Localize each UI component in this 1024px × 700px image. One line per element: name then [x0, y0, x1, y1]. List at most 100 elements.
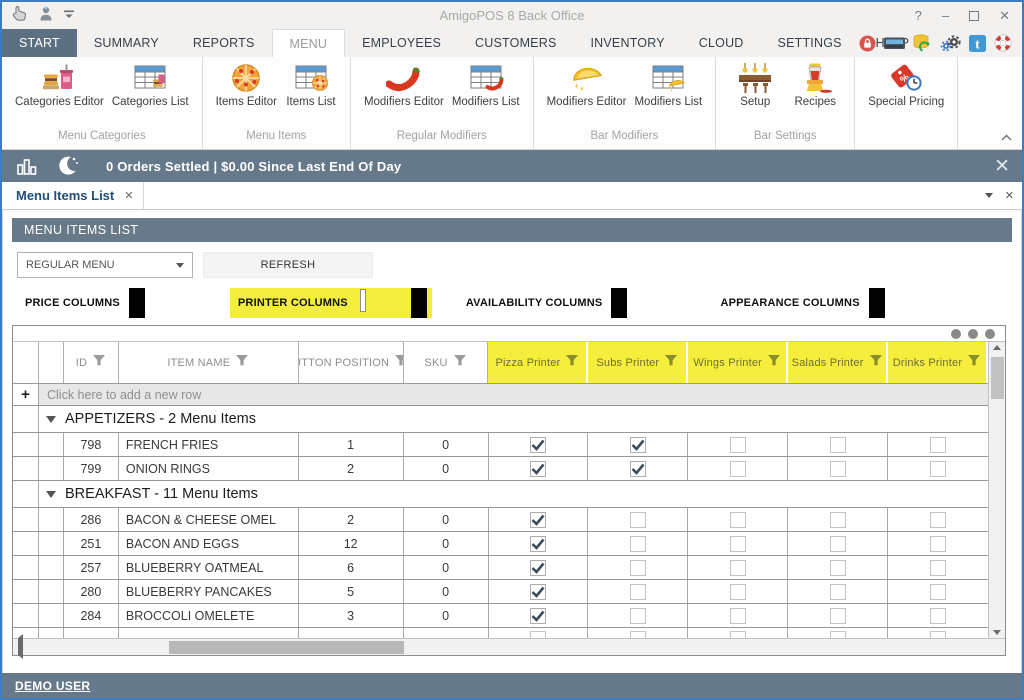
column-header-utton-position[interactable]: UTTON POSITION [299, 342, 404, 383]
printer-cell[interactable] [788, 580, 888, 603]
cell[interactable]: BACON & CHEESE OMEL [119, 508, 299, 531]
printer-cell[interactable] [888, 457, 988, 480]
cell[interactable]: 798 [64, 433, 119, 456]
cell[interactable]: 257 [64, 556, 119, 579]
unchecked-checkbox[interactable] [930, 608, 946, 624]
printer-cell[interactable] [688, 556, 788, 579]
modifiers-list-button[interactable]: Modifiers List [449, 62, 523, 109]
printer-cell[interactable] [588, 433, 688, 456]
table-row[interactable] [13, 628, 988, 638]
cell[interactable]: FRENCH FRIES [119, 433, 299, 456]
unchecked-checkbox[interactable] [730, 437, 746, 453]
twitter-icon[interactable]: t [969, 35, 986, 52]
printer-cell[interactable] [489, 532, 589, 555]
table-row[interactable]: 284BROCCOLI OMELETE30 [13, 604, 988, 628]
cell[interactable]: 2 [299, 457, 404, 480]
table-row[interactable]: 286BACON & CHEESE OMEL20 [13, 508, 988, 532]
cell[interactable]: 799 [64, 457, 119, 480]
categories-editor-button[interactable]: Categories Editor [12, 62, 107, 109]
menu-select-dropdown[interactable]: REGULAR MENU [17, 252, 193, 278]
tab-customers[interactable]: CUSTOMERS [458, 29, 573, 57]
unchecked-checkbox[interactable] [730, 608, 746, 624]
unchecked-checkbox[interactable] [630, 584, 646, 600]
table-row[interactable]: 251BACON AND EGGS120 [13, 532, 988, 556]
cell[interactable]: 3 [299, 604, 404, 627]
unchecked-checkbox[interactable] [630, 631, 646, 638]
printer-cell[interactable] [688, 508, 788, 531]
checked-checkbox[interactable] [530, 461, 546, 477]
column-header-sku[interactable]: SKU [404, 342, 489, 383]
printer-cell[interactable] [588, 580, 688, 603]
cell[interactable]: 0 [404, 580, 489, 603]
cell[interactable] [119, 628, 299, 638]
doc-tab-close-icon[interactable]: ✕ [124, 189, 133, 202]
cell[interactable]: 0 [404, 508, 489, 531]
column-header-item-name[interactable]: ITEM NAME [119, 342, 299, 383]
cell[interactable]: 0 [404, 532, 489, 555]
printer-cell[interactable] [788, 604, 888, 627]
tab-summary[interactable]: SUMMARY [77, 29, 176, 57]
unchecked-checkbox[interactable] [830, 437, 846, 453]
bar-chart-icon[interactable] [16, 156, 38, 176]
unchecked-checkbox[interactable] [530, 631, 546, 638]
printer-cell[interactable] [489, 457, 589, 480]
modifiers-editor-button[interactable]: Modifiers Editor [361, 62, 447, 109]
printer-cell[interactable] [588, 532, 688, 555]
unchecked-checkbox[interactable] [930, 560, 946, 576]
collapse-group-icon[interactable] [46, 416, 56, 423]
filter-funnel-icon[interactable] [454, 355, 467, 370]
unchecked-checkbox[interactable] [930, 536, 946, 552]
vertical-scroll-thumb[interactable] [991, 357, 1004, 399]
printer-cell[interactable] [888, 604, 988, 627]
tab-start[interactable]: START [2, 29, 77, 57]
printer-cell[interactable] [688, 457, 788, 480]
printer-cell[interactable] [588, 508, 688, 531]
filter-funnel-icon[interactable] [566, 355, 579, 370]
group-row[interactable]: BREAKFAST - 11 Menu Items [13, 481, 988, 508]
checked-checkbox[interactable] [630, 437, 646, 453]
checked-checkbox[interactable] [530, 560, 546, 576]
printer-cell[interactable] [788, 556, 888, 579]
unchecked-checkbox[interactable] [830, 584, 846, 600]
status-close-icon[interactable]: ✕ [994, 157, 1010, 176]
unchecked-checkbox[interactable] [630, 536, 646, 552]
categories-list-button[interactable]: Categories List [109, 62, 192, 109]
printer-cell[interactable] [888, 508, 988, 531]
printer-cell[interactable] [489, 508, 589, 531]
add-row-plus-cell[interactable]: + [13, 384, 39, 405]
filter-funnel-icon[interactable] [236, 355, 249, 370]
printer-cell[interactable] [489, 556, 589, 579]
grid-options-dots[interactable] [13, 326, 1005, 342]
tab-cloud[interactable]: CLOUD [682, 29, 761, 57]
support-icon[interactable] [994, 34, 1012, 52]
cell[interactable]: 286 [64, 508, 119, 531]
scroll-up-icon[interactable] [989, 345, 1005, 350]
printer-cell[interactable] [688, 580, 788, 603]
maximize-icon[interactable] [969, 11, 979, 21]
printer-cell[interactable] [888, 628, 988, 638]
unchecked-checkbox[interactable] [830, 631, 846, 638]
cell[interactable]: 0 [404, 556, 489, 579]
help-icon[interactable]: ? [915, 9, 922, 22]
checked-checkbox[interactable] [530, 608, 546, 624]
printer-cell[interactable] [688, 532, 788, 555]
scroll-down-icon[interactable] [989, 630, 1005, 635]
cell[interactable]: BROCCOLI OMELETE [119, 604, 299, 627]
appearance-columns-toggle[interactable] [872, 292, 936, 314]
group-header[interactable]: APPETIZERS - 2 Menu Items [39, 406, 988, 432]
scroll-left-icon[interactable] [13, 638, 23, 656]
checked-checkbox[interactable] [630, 461, 646, 477]
table-row[interactable]: 799ONION RINGS20 [13, 457, 988, 481]
lock-icon[interactable] [859, 35, 876, 52]
printer-cell[interactable] [489, 628, 589, 638]
printer-columns-toggle[interactable] [360, 292, 424, 314]
unchecked-checkbox[interactable] [730, 560, 746, 576]
unchecked-checkbox[interactable] [830, 560, 846, 576]
tab-settings[interactable]: SETTINGS [761, 29, 859, 57]
printer-cell[interactable] [888, 556, 988, 579]
table-row[interactable]: 798FRENCH FRIES10 [13, 433, 988, 457]
unchecked-checkbox[interactable] [930, 461, 946, 477]
checked-checkbox[interactable] [530, 584, 546, 600]
special-pricing-button[interactable]: %Special Pricing [865, 62, 947, 109]
printer-cell[interactable] [588, 604, 688, 627]
